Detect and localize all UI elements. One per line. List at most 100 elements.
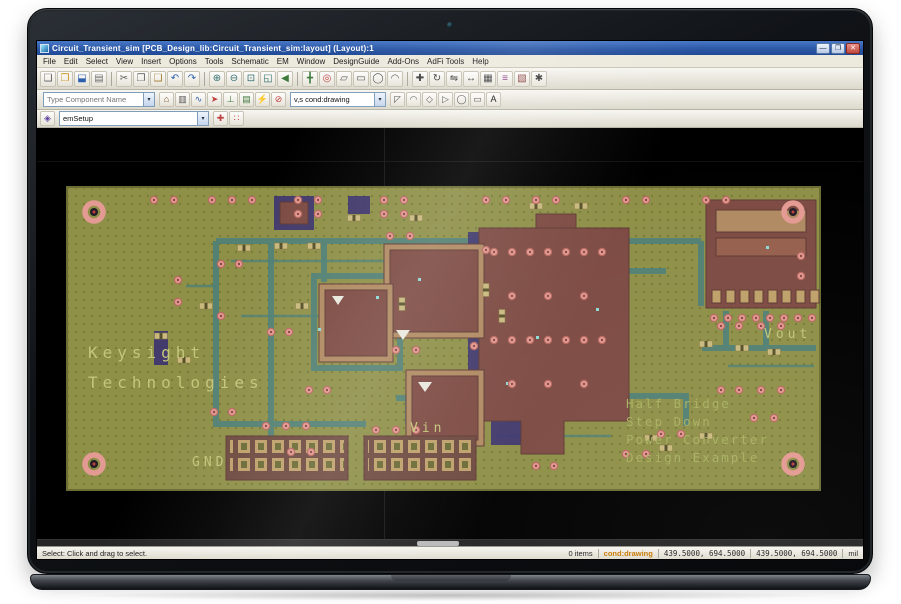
chevron-down-icon[interactable]	[197, 112, 208, 125]
laptop-screen: Circuit_Transient_sim [PCB_Design_lib:Ci…	[37, 41, 863, 559]
mounting-hole-bottom-left[interactable]	[82, 452, 106, 476]
insert-arc-icon[interactable]: ◠	[387, 70, 403, 87]
menu-designguide[interactable]: DesignGuide	[329, 57, 383, 66]
redo-icon[interactable]: ↷	[184, 70, 200, 87]
mounting-hole-bottom-right[interactable]	[781, 452, 805, 476]
corner-tool-icon[interactable]: ◸	[390, 92, 405, 107]
menu-select[interactable]: Select	[82, 57, 112, 66]
arc-corner-icon[interactable]: ◠	[406, 92, 421, 107]
board-desc-line1: Half Bridge	[626, 396, 731, 411]
layer-select-combo[interactable]: v,s cond:drawing	[290, 92, 386, 107]
chevron-down-icon[interactable]	[374, 93, 385, 106]
pentagon-tool-icon[interactable]: ▷	[438, 92, 453, 107]
copper-pour-main[interactable]	[478, 227, 630, 455]
em-setup-icon[interactable]: ◈	[40, 111, 55, 126]
menu-edit[interactable]: Edit	[60, 57, 82, 66]
paste-icon[interactable]: ❑	[150, 70, 166, 87]
move-icon[interactable]: ✚	[412, 70, 428, 87]
minimize-button[interactable]: —	[816, 42, 830, 54]
toolbar-separator	[297, 71, 298, 86]
view-last-icon[interactable]: ◀	[277, 70, 293, 87]
maximize-button[interactable]: ❐	[831, 42, 845, 54]
stop-icon[interactable]: ⊘	[271, 92, 286, 107]
chevron-down-icon[interactable]	[143, 93, 154, 106]
zoom-fit-icon[interactable]: ◱	[260, 70, 276, 87]
menu-bar: File Edit Select View Insert Options Tools Sche…	[37, 55, 863, 68]
rect-tool-icon[interactable]: ▭	[470, 92, 485, 107]
window-titlebar[interactable]: Circuit_Transient_sim [PCB_Design_lib:Ci…	[37, 41, 863, 55]
component-list-icon[interactable]: ▥	[175, 92, 190, 107]
toolbar-separator	[204, 71, 205, 86]
save-design-icon[interactable]: ⬓	[74, 70, 90, 87]
em-setup-combo-value: emSetup	[63, 114, 94, 123]
pcb-layout[interactable]: Keysight Technologies GND Vin Vout Half …	[66, 186, 821, 491]
new-design-icon[interactable]: ❏	[40, 70, 56, 87]
menu-window[interactable]: Window	[293, 57, 329, 66]
component-palette-icon[interactable]: ⌂	[159, 92, 174, 107]
preferences-icon[interactable]: ✱	[531, 70, 547, 87]
ads-layout-window: Circuit_Transient_sim [PCB_Design_lib:Ci…	[37, 41, 863, 559]
insert-circle-icon[interactable]: ◯	[370, 70, 386, 87]
toolbar-em: ◈ emSetup ✚∷	[37, 110, 863, 128]
text-tool-icon[interactable]: A	[486, 92, 501, 107]
zoom-in-icon[interactable]: ⊕	[209, 70, 225, 87]
board-desc-line4: Design Example	[626, 450, 759, 465]
simulate-icon[interactable]: ⚡	[255, 92, 270, 107]
diamond-tool-icon[interactable]: ◇	[422, 92, 437, 107]
status-item-count: 0 items	[568, 548, 593, 558]
status-coordinates-relative: 439.5000, 694.5000	[756, 548, 838, 558]
layout-canvas[interactable]: Keysight Technologies GND Vin Vout Half …	[37, 128, 863, 546]
menu-em[interactable]: EM	[273, 57, 293, 66]
mirror-icon[interactable]: ⇋	[446, 70, 462, 87]
grid-icon[interactable]: ▦	[480, 70, 496, 87]
status-bar: Select: Click and drag to select. 0 item…	[37, 546, 863, 559]
board-brand-line1: Keysight	[88, 343, 205, 362]
substrate-stack-icon[interactable]: ▤	[239, 92, 254, 107]
em-port-icon[interactable]: ➤	[207, 92, 222, 107]
menu-options[interactable]: Options	[165, 57, 201, 66]
menu-tools[interactable]: Tools	[201, 57, 228, 66]
status-divider	[597, 548, 599, 558]
component-name-combo[interactable]: Type Component Name	[43, 92, 155, 107]
undo-icon[interactable]: ↶	[167, 70, 183, 87]
webcam	[447, 22, 453, 28]
toolbar-main-icons: ❏ ❒ ⬓ ▤ ✂ ❐ ❑ ↶ ↷ ⊕ ⊖ ⊡ ◱ ◀ ╋ ◎ ▱ ▭ ◯ ◠ ✚ ↻ ⇋ ↔ ▦ ≡ ▧ ✱	[40, 70, 547, 87]
zoom-out-icon[interactable]: ⊖	[226, 70, 242, 87]
menu-adfi-tools[interactable]: AdFi Tools	[423, 57, 468, 66]
menu-file[interactable]: File	[39, 57, 60, 66]
horizontal-scrollbar[interactable]	[37, 539, 863, 546]
insert-polygon-icon[interactable]: ▱	[336, 70, 352, 87]
mounting-hole-top-left[interactable]	[82, 200, 106, 224]
print-icon[interactable]: ▤	[91, 70, 107, 87]
open-design-icon[interactable]: ❒	[57, 70, 73, 87]
em-simulation-icon[interactable]: ▧	[514, 70, 530, 87]
ellipse-tool-icon[interactable]: ◯	[454, 92, 469, 107]
horizontal-scrollbar-thumb[interactable]	[416, 541, 459, 546]
zoom-area-icon[interactable]: ⊡	[243, 70, 259, 87]
insert-rectangle-icon[interactable]: ▭	[353, 70, 369, 87]
insert-via-icon[interactable]: ◎	[319, 70, 335, 87]
layer-stack-icon[interactable]: ≡	[497, 70, 513, 87]
snap-origin-icon[interactable]: ✚	[213, 111, 228, 126]
ground-pin-icon[interactable]: ⊥	[223, 92, 238, 107]
toolbar-em-icons-right: ✚ ∷	[213, 111, 244, 126]
menu-insert[interactable]: Insert	[137, 57, 165, 66]
laptop-shadow	[70, 590, 831, 601]
toolbar-separator	[111, 71, 112, 86]
copy-icon[interactable]: ❐	[133, 70, 149, 87]
board-label-vin: Vin	[410, 421, 445, 436]
mounting-hole-top-right[interactable]	[781, 200, 805, 224]
rotate-icon[interactable]: ↻	[429, 70, 445, 87]
menu-schematic[interactable]: Schematic	[227, 57, 272, 66]
em-setup-combo[interactable]: emSetup	[59, 111, 209, 126]
window-controls: — ❐ ✕	[816, 42, 860, 54]
menu-view[interactable]: View	[112, 57, 137, 66]
dimension-icon[interactable]: ↔	[463, 70, 479, 87]
insert-trace-icon[interactable]: ╋	[302, 70, 318, 87]
mesh-grid-icon[interactable]: ∷	[229, 111, 244, 126]
menu-help[interactable]: Help	[468, 57, 492, 66]
net-highlight-icon[interactable]: ∿	[191, 92, 206, 107]
menu-add-ons[interactable]: Add-Ons	[383, 57, 423, 66]
cut-icon[interactable]: ✂	[116, 70, 132, 87]
close-button[interactable]: ✕	[846, 42, 860, 54]
